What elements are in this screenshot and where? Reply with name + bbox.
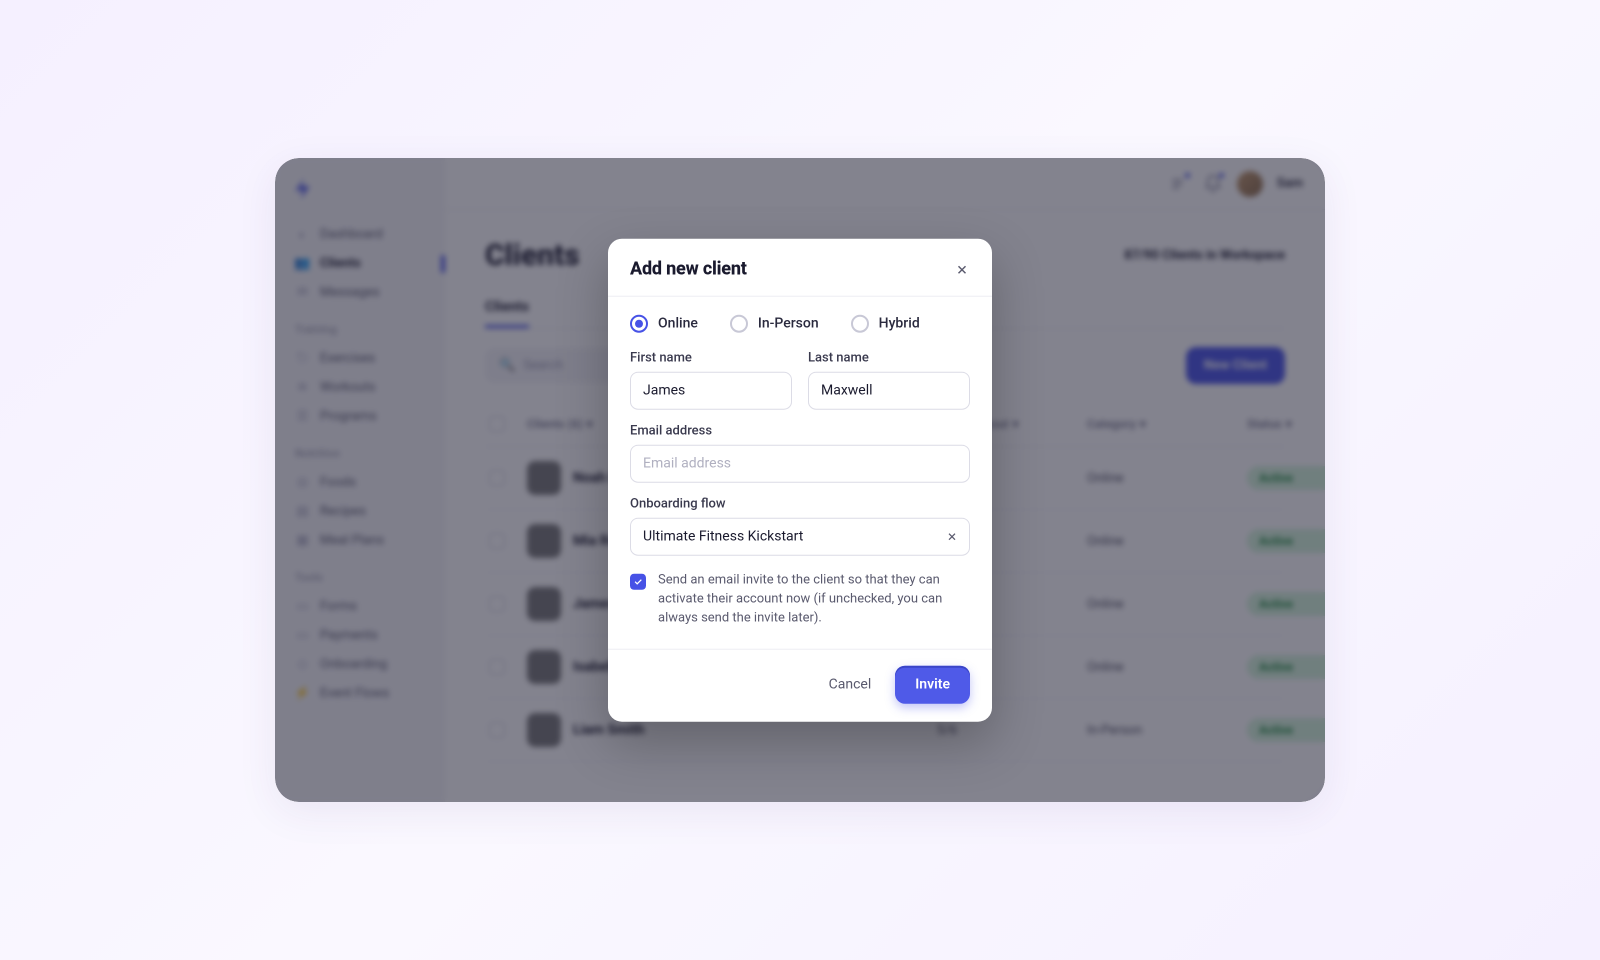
checkbox-checked-icon	[630, 574, 646, 590]
close-button[interactable]	[954, 261, 970, 277]
radio-icon	[630, 315, 648, 333]
send-invite-checkbox-row[interactable]: Send an email invite to the client so th…	[630, 572, 970, 629]
invite-button[interactable]: Invite	[895, 665, 970, 703]
last-name-label: Last name	[808, 351, 970, 366]
modal-header: Add new client	[608, 239, 992, 297]
app-window: ◐ Dashboard 👥 Clients ✉ Messages Trainin…	[275, 158, 1325, 802]
radio-hybrid[interactable]: Hybrid	[851, 315, 920, 333]
radio-online[interactable]: Online	[630, 315, 698, 333]
radio-label: Online	[658, 316, 698, 332]
onboarding-flow-label: Onboarding flow	[630, 497, 970, 512]
last-name-input[interactable]	[808, 372, 970, 410]
radio-icon	[851, 315, 869, 333]
onboarding-flow-select[interactable]	[630, 518, 970, 556]
checkbox-label: Send an email invite to the client so th…	[658, 572, 970, 629]
email-input[interactable]	[630, 445, 970, 483]
add-client-modal: Add new client Online In-Person Hybrid	[608, 239, 992, 722]
first-name-label: First name	[630, 351, 792, 366]
modal-title: Add new client	[630, 259, 747, 280]
clear-icon[interactable]	[944, 529, 960, 545]
first-name-input[interactable]	[630, 372, 792, 410]
radio-label: Hybrid	[879, 316, 920, 332]
radio-label: In-Person	[758, 316, 819, 332]
modal-body: Online In-Person Hybrid First name Last	[608, 297, 992, 649]
cancel-button[interactable]: Cancel	[823, 668, 878, 700]
client-type-radio-group: Online In-Person Hybrid	[630, 315, 970, 333]
radio-in-person[interactable]: In-Person	[730, 315, 819, 333]
email-label: Email address	[630, 424, 970, 439]
modal-footer: Cancel Invite	[608, 648, 992, 721]
radio-icon	[730, 315, 748, 333]
